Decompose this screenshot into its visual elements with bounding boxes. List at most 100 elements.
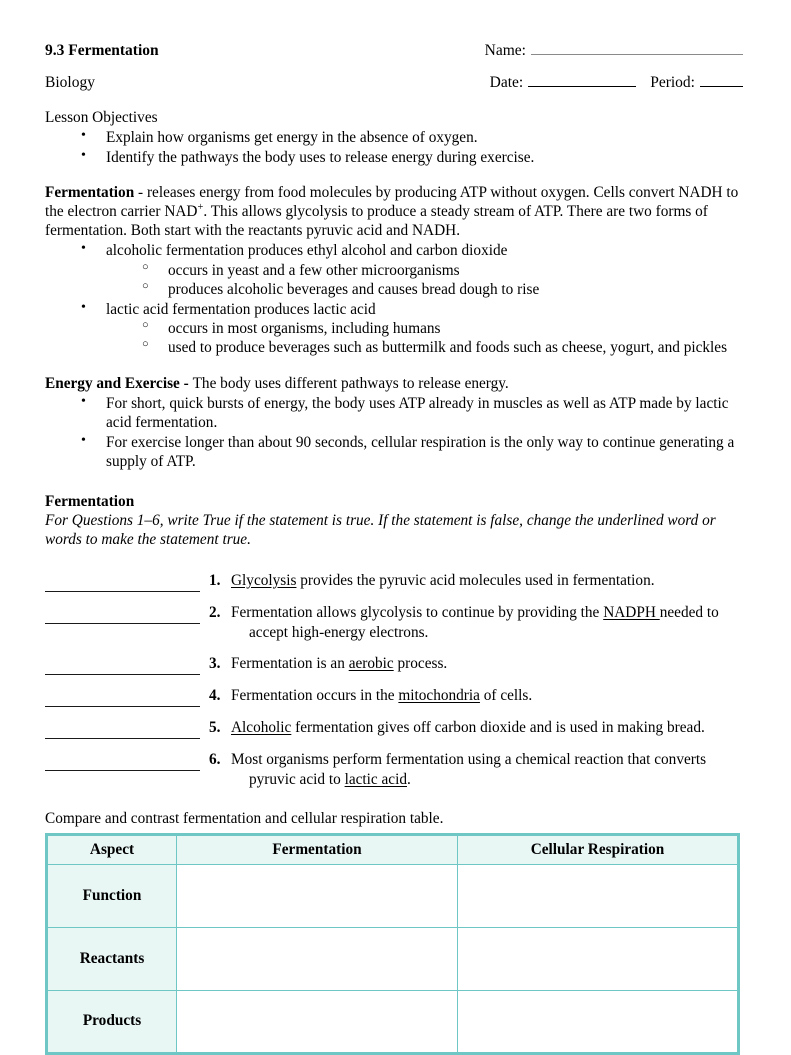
lesson-objectives-heading: Lesson Objectives [45, 109, 158, 126]
question-text-continuation: accept high-energy electrons. [249, 623, 429, 641]
underlined-term: Glycolysis [231, 571, 297, 589]
question-text: Most organisms perform fermentation usin… [231, 750, 743, 790]
question-text-post: provides the pyruvic acid molecules used… [296, 571, 655, 589]
question-row-6: 6. Most organisms perform fermentation u… [45, 750, 743, 790]
table-intro-text: Compare and contrast fermentation and ce… [45, 810, 444, 828]
cell-products-fermentation[interactable] [176, 989, 458, 1054]
header-row-title: 9.3 Fermentation Name: [45, 42, 743, 60]
list-item: used to produce beverages such as butter… [142, 338, 743, 357]
question-text-pre: Fermentation is an [231, 654, 349, 672]
question-text-post: needed to [659, 603, 719, 621]
list-item: Explain how organisms get energy in the … [81, 127, 743, 147]
column-header-fermentation: Fermentation [176, 833, 458, 865]
energy-exercise-definition: Energy and Exercise - The body uses diff… [45, 374, 743, 393]
date-period-field-group: Date: Period: [490, 74, 743, 92]
date-label: Date: [489, 74, 524, 91]
question-text: Glycolysis provides the pyruvic acid mol… [231, 571, 743, 591]
column-header-cellular-respiration: Cellular Respiration [457, 833, 739, 865]
question-text: Fermentation occurs in the mitochondria … [231, 686, 743, 706]
list-item: Identify the pathways the body uses to r… [81, 147, 743, 167]
list-item: occurs in most organisms, including huma… [142, 319, 743, 338]
list-item: lactic acid fermentation produces lactic… [81, 299, 743, 358]
list-item: alcoholic fermentation produces ethyl al… [81, 240, 743, 299]
row-header-function: Function [46, 863, 177, 928]
answer-blank-4[interactable] [45, 690, 200, 707]
name-input-line[interactable] [531, 42, 743, 55]
period-label: Period: [650, 74, 695, 91]
name-field-group: Name: [485, 42, 743, 60]
table-body: Function Reactants Products [46, 863, 739, 1054]
fermentation-type-sublist: occurs in most organisms, including huma… [106, 319, 743, 358]
answer-blank-3[interactable] [45, 658, 200, 675]
question-text: Fermentation allows glycolysis to contin… [231, 603, 743, 643]
cell-reactants-fermentation[interactable] [176, 926, 458, 991]
underlined-term: mitochondria [398, 686, 480, 704]
question-row-5: 5. Alcoholic fermentation gives off carb… [45, 718, 743, 739]
row-header-products: Products [46, 989, 177, 1054]
lesson-objectives-list: Explain how organisms get energy in the … [45, 127, 743, 167]
fermentation-types-list: alcoholic fermentation produces ethyl al… [45, 240, 743, 358]
questions-list: 1. Glycolysis provides the pyruvic acid … [45, 571, 743, 790]
question-text-pre: Most organisms perform fermentation usin… [231, 750, 707, 768]
fermentation-definition: Fermentation - releases energy from food… [45, 183, 743, 240]
questions-heading: Fermentation [45, 492, 135, 510]
underlined-term: lactic acid [344, 770, 407, 788]
fermentation-type-label: lactic acid fermentation produces lactic… [106, 300, 376, 318]
question-number: 6. [209, 750, 221, 768]
fermentation-term: Fermentation [45, 183, 135, 201]
question-number: 5. [209, 718, 221, 736]
question-row-4: 4. Fermentation occurs in the mitochondr… [45, 686, 743, 707]
subject-label: Biology [45, 74, 95, 91]
continuation-pre: pyruvic acid to [249, 770, 345, 788]
question-number: 3. [209, 654, 221, 672]
question-text-pre: Fermentation occurs in the [231, 686, 399, 704]
cell-reactants-cellular-respiration[interactable] [457, 926, 739, 991]
table-row: Reactants [46, 926, 739, 991]
column-header-aspect: Aspect [46, 833, 177, 865]
question-number: 4. [209, 686, 221, 704]
question-row-1: 1. Glycolysis provides the pyruvic acid … [45, 571, 743, 592]
name-label: Name: [484, 42, 526, 59]
header-row-subject: Biology Date: Period: [45, 74, 743, 92]
answer-blank-2[interactable] [45, 607, 200, 624]
table-row: Products [46, 989, 739, 1054]
question-text-post: of cells. [479, 686, 533, 704]
underlined-term: NADPH [603, 603, 660, 621]
cell-products-cellular-respiration[interactable] [457, 989, 739, 1054]
underlined-term: aerobic [348, 654, 394, 672]
answer-blank-1[interactable] [45, 575, 200, 592]
date-input-line[interactable] [528, 74, 637, 87]
list-item: For short, quick bursts of energy, the b… [81, 393, 743, 433]
underlined-term: Alcoholic [231, 718, 292, 736]
questions-instructions: For Questions 1–6, write True if the sta… [45, 511, 716, 548]
cell-function-cellular-respiration[interactable] [457, 863, 739, 928]
comparison-table: Aspect Fermentation Cellular Respiration… [45, 832, 740, 1055]
continuation-post: . [407, 770, 411, 788]
cell-function-fermentation[interactable] [176, 863, 458, 928]
energy-exercise-intro: The body uses different pathways to rele… [192, 374, 509, 392]
table-head: Aspect Fermentation Cellular Respiration [46, 833, 739, 865]
question-row-3: 3. Fermentation is an aerobic process. [45, 654, 743, 675]
page-title: 9.3 Fermentation [45, 42, 159, 59]
question-number: 2. [209, 603, 221, 621]
table-header-row: Aspect Fermentation Cellular Respiration [46, 833, 739, 865]
question-text-continuation: pyruvic acid to lactic acid. [231, 770, 743, 790]
answer-blank-5[interactable] [45, 722, 200, 739]
list-item: produces alcoholic beverages and causes … [142, 280, 743, 299]
period-input-line[interactable] [700, 74, 743, 87]
list-item: occurs in yeast and a few other microorg… [142, 261, 743, 280]
energy-exercise-term: Energy and Exercise - [45, 374, 193, 392]
table-row: Function [46, 863, 739, 928]
question-text-pre: Fermentation allows glycolysis to contin… [231, 603, 604, 621]
answer-blank-6[interactable] [45, 754, 200, 771]
list-item: For exercise longer than about 90 second… [81, 432, 743, 472]
question-text-post: fermentation gives off carbon dioxide an… [291, 718, 705, 736]
question-text-post: process. [393, 654, 448, 672]
question-text: Fermentation is an aerobic process. [231, 654, 743, 674]
question-text: Alcoholic fermentation gives off carbon … [231, 718, 743, 738]
question-row-2: 2. Fermentation allows glycolysis to con… [45, 603, 743, 643]
worksheet-page: 9.3 Fermentation Name: Biology Date: Per… [0, 0, 791, 1055]
question-number: 1. [209, 571, 221, 589]
row-header-reactants: Reactants [46, 926, 177, 991]
energy-exercise-list: For short, quick bursts of energy, the b… [45, 393, 743, 472]
